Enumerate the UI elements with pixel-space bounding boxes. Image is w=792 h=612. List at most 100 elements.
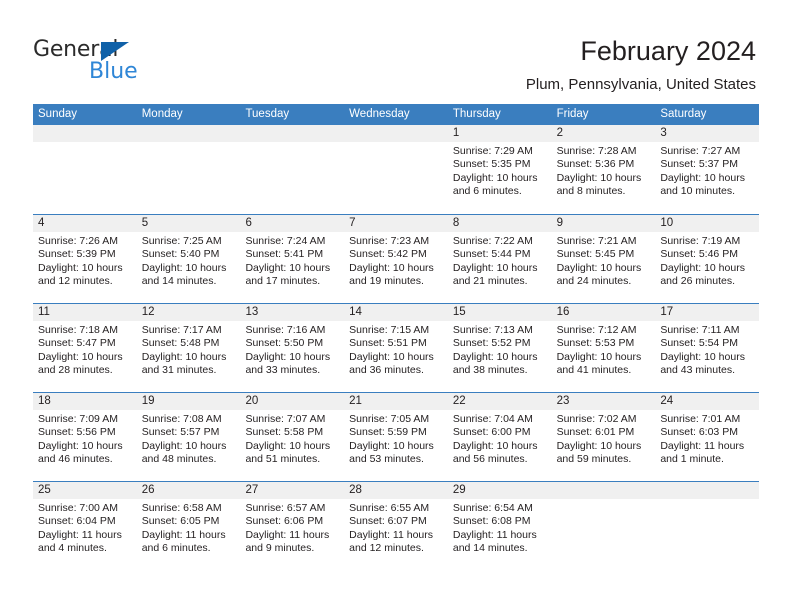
- daylight-duration-line2: and 4 minutes.: [38, 542, 107, 555]
- weekday-header-wednesday: Wednesday: [349, 108, 410, 120]
- day-cell-empty: [551, 482, 656, 570]
- daylight-duration-line1: Daylight: 11 hours: [38, 528, 122, 541]
- daylight-duration-line2: and 36 minutes.: [349, 364, 424, 377]
- weekday-header-saturday: Saturday: [660, 108, 707, 120]
- day-cell[interactable]: 23 Sunrise: 7:02 AM Sunset: 6:01 PM Dayligh…: [551, 393, 656, 481]
- day-details: Sunrise: 7:29 AM Sunset: 5:35 PM Daylight:…: [448, 142, 552, 199]
- day-cell[interactable]: 20 Sunrise: 7:07 AM Sunset: 5:58 PM Dayligh…: [240, 393, 345, 481]
- sunset-time: Sunset: 5:48 PM: [141, 337, 220, 350]
- daylight-duration-line1: Daylight: 10 hours: [556, 439, 642, 452]
- sunrise-time: Sunrise: 7:28 AM: [556, 145, 637, 157]
- day-cell[interactable]: 3 Sunrise: 7:27 AM Sunset: 5:37 PM Daylight…: [655, 125, 760, 214]
- day-cell[interactable]: 22 Sunrise: 7:04 AM Sunset: 6:00 PM Dayligh…: [447, 393, 552, 481]
- day-details: Sunrise: 7:17 AM Sunset: 5:48 PM Daylight:…: [137, 321, 241, 378]
- sunset-time: Sunset: 5:50 PM: [245, 337, 324, 350]
- day-details: Sunrise: 7:16 AM Sunset: 5:50 PM Daylight:…: [240, 321, 344, 378]
- sunset-time: Sunset: 6:04 PM: [38, 515, 116, 528]
- sunset-time: Sunset: 5:54 PM: [660, 337, 738, 350]
- daylight-duration-line2: and 56 minutes.: [452, 453, 528, 466]
- day-cell[interactable]: 24 Sunrise: 7:01 AM Sunset: 6:03 PM Dayligh…: [655, 393, 760, 481]
- generalblue-logo[interactable]: General Blue: [33, 38, 233, 86]
- day-cell[interactable]: 1 Sunrise: 7:29 AM Sunset: 5:35 PM Daylight…: [447, 125, 552, 214]
- day-cell[interactable]: 28 Sunrise: 6:55 AM Sunset: 6:07 PM Dayligh…: [344, 482, 448, 570]
- day-details: [137, 142, 241, 145]
- daylight-duration-line2: and 33 minutes.: [245, 364, 321, 377]
- sunset-time: Sunset: 6:05 PM: [141, 515, 220, 528]
- day-number: 8: [447, 215, 552, 232]
- day-details: [655, 499, 759, 502]
- sunset-time: Sunset: 5:57 PM: [141, 426, 220, 439]
- daylight-duration-line1: Daylight: 10 hours: [245, 350, 331, 363]
- day-number: [551, 482, 656, 499]
- daylight-duration-line2: and 14 minutes.: [141, 275, 217, 288]
- day-cell[interactable]: 15 Sunrise: 7:13 AM Sunset: 5:52 PM Dayligh…: [447, 304, 552, 392]
- day-number: [136, 125, 241, 142]
- daylight-duration-line2: and 24 minutes.: [556, 275, 632, 288]
- day-details: Sunrise: 7:04 AM Sunset: 6:00 PM Daylight:…: [448, 410, 552, 467]
- sunrise-time: Sunrise: 7:11 AM: [660, 324, 740, 336]
- day-details: Sunrise: 7:05 AM Sunset: 5:59 PM Daylight:…: [344, 410, 448, 467]
- sunrise-time: Sunrise: 7:19 AM: [660, 235, 741, 247]
- sunrise-time: Sunrise: 6:58 AM: [141, 502, 222, 514]
- location-subtitle: Plum, Pennsylvania, United States: [525, 76, 756, 93]
- day-cell[interactable]: 6 Sunrise: 7:24 AM Sunset: 5:41 PM Daylight…: [240, 215, 345, 303]
- day-details: Sunrise: 7:19 AM Sunset: 5:46 PM Daylight:…: [655, 232, 759, 289]
- daylight-duration-line1: Daylight: 10 hours: [38, 261, 123, 274]
- day-details: [552, 499, 656, 502]
- daylight-duration-line2: and 1 minute.: [660, 453, 724, 466]
- day-details: Sunrise: 7:22 AM Sunset: 5:44 PM Daylight:…: [448, 232, 552, 289]
- title-block: February 2024 Plum, Pennsylvania, United…: [526, 36, 756, 95]
- day-cell[interactable]: 10 Sunrise: 7:19 AM Sunset: 5:46 PM Dayligh…: [655, 215, 760, 303]
- day-details: [33, 142, 137, 145]
- day-cell[interactable]: 5 Sunrise: 7:25 AM Sunset: 5:40 PM Daylight…: [136, 215, 241, 303]
- day-number: [655, 482, 760, 499]
- daylight-duration-line1: Daylight: 10 hours: [349, 350, 434, 363]
- day-cell[interactable]: 11 Sunrise: 7:18 AM Sunset: 5:47 PM Dayligh…: [33, 304, 137, 392]
- day-cell[interactable]: 8 Sunrise: 7:22 AM Sunset: 5:44 PM Daylight…: [447, 215, 552, 303]
- day-cell[interactable]: 13 Sunrise: 7:16 AM Sunset: 5:50 PM Dayligh…: [240, 304, 345, 392]
- day-cell[interactable]: 12 Sunrise: 7:17 AM Sunset: 5:48 PM Dayligh…: [136, 304, 241, 392]
- day-cell[interactable]: 27 Sunrise: 6:57 AM Sunset: 6:06 PM Dayligh…: [240, 482, 345, 570]
- day-number: 18: [33, 393, 137, 410]
- sunset-time: Sunset: 5:53 PM: [556, 337, 635, 350]
- day-cell[interactable]: 4 Sunrise: 7:26 AM Sunset: 5:39 PM Daylight…: [33, 215, 137, 303]
- weekday-header-sunday: Sunday: [38, 108, 78, 120]
- calendar-week-row: 4 Sunrise: 7:26 AM Sunset: 5:39 PM Daylight…: [33, 214, 760, 303]
- day-details: Sunrise: 7:18 AM Sunset: 5:47 PM Daylight:…: [33, 321, 137, 378]
- day-details: Sunrise: 7:02 AM Sunset: 6:01 PM Daylight:…: [552, 410, 656, 467]
- weekday-header-thursday: Thursday: [452, 108, 501, 120]
- day-cell[interactable]: 14 Sunrise: 7:15 AM Sunset: 5:51 PM Dayligh…: [344, 304, 448, 392]
- daylight-duration-line2: and 26 minutes.: [660, 275, 736, 288]
- daylight-duration-line2: and 12 minutes.: [349, 542, 424, 555]
- day-cell[interactable]: 19 Sunrise: 7:08 AM Sunset: 5:57 PM Dayligh…: [136, 393, 241, 481]
- day-cell[interactable]: 7 Sunrise: 7:23 AM Sunset: 5:42 PM Daylight…: [344, 215, 448, 303]
- daylight-duration-line2: and 31 minutes.: [141, 364, 217, 377]
- day-cell[interactable]: 16 Sunrise: 7:12 AM Sunset: 5:53 PM Dayligh…: [551, 304, 656, 392]
- day-cell[interactable]: 2 Sunrise: 7:28 AM Sunset: 5:36 PM Daylight…: [551, 125, 656, 214]
- daylight-duration-line1: Daylight: 10 hours: [349, 261, 434, 274]
- day-details: Sunrise: 7:00 AM Sunset: 6:04 PM Daylight:…: [33, 499, 137, 556]
- sunset-time: Sunset: 5:44 PM: [452, 248, 531, 261]
- day-cell[interactable]: 9 Sunrise: 7:21 AM Sunset: 5:45 PM Daylight…: [551, 215, 656, 303]
- day-cell[interactable]: 29 Sunrise: 6:54 AM Sunset: 6:08 PM Dayligh…: [447, 482, 552, 570]
- daylight-duration-line1: Daylight: 10 hours: [245, 439, 331, 452]
- day-number: 3: [655, 125, 760, 142]
- day-number: 12: [136, 304, 241, 321]
- day-cell[interactable]: 17 Sunrise: 7:11 AM Sunset: 5:54 PM Dayligh…: [655, 304, 760, 392]
- sunset-time: Sunset: 6:08 PM: [452, 515, 531, 528]
- day-cell[interactable]: 21 Sunrise: 7:05 AM Sunset: 5:59 PM Dayligh…: [344, 393, 448, 481]
- day-cell-empty: [240, 125, 345, 214]
- logo-text-blue: Blue: [89, 59, 138, 84]
- day-cell[interactable]: 26 Sunrise: 6:58 AM Sunset: 6:05 PM Dayligh…: [136, 482, 241, 570]
- day-cell[interactable]: 18 Sunrise: 7:09 AM Sunset: 5:56 PM Dayligh…: [33, 393, 137, 481]
- daylight-duration-line1: Daylight: 10 hours: [660, 171, 745, 184]
- day-cell[interactable]: 25 Sunrise: 7:00 AM Sunset: 6:04 PM Dayligh…: [33, 482, 137, 570]
- daylight-duration-line2: and 38 minutes.: [452, 364, 528, 377]
- daylight-duration-line2: and 10 minutes.: [660, 185, 736, 198]
- sunrise-time: Sunrise: 7:01 AM: [660, 413, 741, 425]
- daylight-duration-line1: Daylight: 11 hours: [245, 528, 330, 541]
- day-details: Sunrise: 7:21 AM Sunset: 5:45 PM Daylight:…: [552, 232, 656, 289]
- daylight-duration-line2: and 46 minutes.: [38, 453, 113, 466]
- daylight-duration-line1: Daylight: 10 hours: [452, 171, 538, 184]
- day-details: Sunrise: 7:11 AM Sunset: 5:54 PM Daylight:…: [655, 321, 759, 378]
